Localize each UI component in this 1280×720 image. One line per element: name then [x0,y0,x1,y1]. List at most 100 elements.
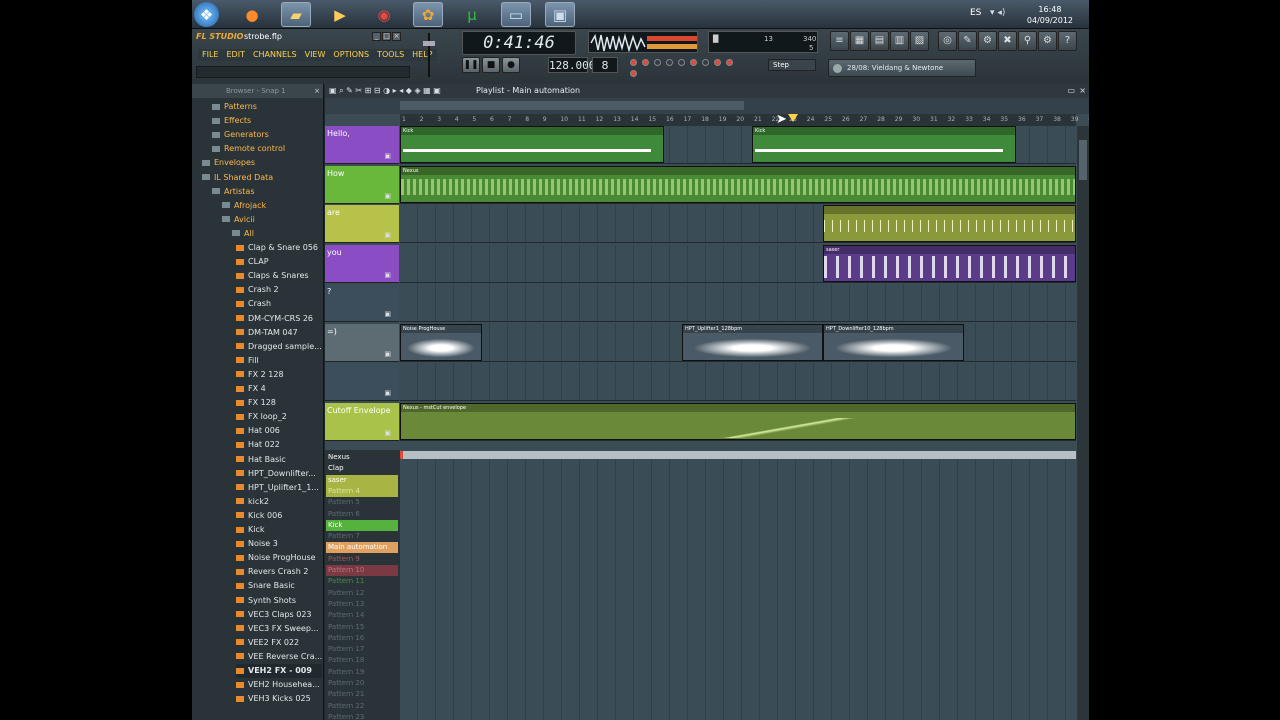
pattern-item[interactable]: Pattern 4 [326,485,398,497]
overdub-led[interactable] [702,59,709,66]
menu-edit[interactable]: Edit [222,49,248,61]
browser-folder[interactable]: Avicii [222,213,322,227]
tempo-tapper-icon[interactable]: ✎ [958,31,977,51]
close-button[interactable]: × [392,32,401,41]
browser-folder[interactable]: Patterns [212,100,322,114]
track-menu-icon[interactable]: ▣ [384,192,391,200]
playlist-clip[interactable]: Nexus - mstCut envelope [400,402,1076,440]
browser-file[interactable]: VEH2 Househea... [236,678,322,692]
pattern-item[interactable]: Pattern 17 [326,644,398,656]
browser-file[interactable]: FX 2 128 [236,368,322,382]
browser-file[interactable]: Claps & Snares [236,269,322,283]
browser-file[interactable]: VEC3 FX Sweep... [236,622,322,636]
search-icon[interactable]: ⚲ [1018,31,1037,51]
track-lane[interactable] [400,363,1076,401]
pattern-item[interactable]: Kick [326,519,398,531]
pattern-item[interactable]: Nexus [326,452,398,463]
close-browser-icon[interactable]: × [314,84,320,98]
timeline-ruler[interactable]: 1 2 3 4 5 6 7 8 9 10 11 12 13 14 15 16 17 18 19 20 21 22 23 24 2… [400,114,1089,126]
volume-icon[interactable]: ▾ ◂) [990,8,1005,18]
pattern-item[interactable]: Pattern 16 [326,632,398,644]
browser-file[interactable]: VEE2 FX 022 [236,636,322,650]
browser-file[interactable]: DM-CYM-CRS 26 [236,312,322,326]
master-volume-slider[interactable] [418,31,440,81]
chrome-icon[interactable]: ◉ [369,2,399,27]
track-header[interactable]: How ▣ [325,165,399,204]
browser-folder[interactable]: IL Shared Data [202,171,322,185]
step-sequencer-icon[interactable]: ▦ [850,31,869,51]
folder-icon[interactable]: ▰ [281,2,311,27]
pattern-item[interactable]: saser [326,474,398,486]
horizontal-scrollbar[interactable] [400,101,744,110]
playlist-clip[interactable]: Noise ProgHouse [400,323,482,361]
track-menu-icon[interactable]: ▣ [384,271,391,279]
save-icon[interactable]: ▣ [545,2,575,27]
countdown-led[interactable] [654,59,661,66]
playlist-icon[interactable]: ≡ [830,31,849,51]
pattern-item[interactable]: Pattern 12 [326,587,398,599]
pattern-grid[interactable] [400,450,1076,720]
playlist-clip[interactable]: HPT_Downlifter10_128bpm [823,323,964,361]
browser-file[interactable]: HPT_Uplifter1_1... [236,481,322,495]
metronome-led[interactable] [630,59,637,66]
browser-file[interactable]: Crash [236,297,322,311]
pattern-ruler[interactable] [400,451,1076,459]
track-header[interactable]: =) ▣ [325,323,399,362]
browser-file[interactable]: FX 128 [236,396,322,410]
browser-icon[interactable]: ▥ [890,31,909,51]
settings-icon[interactable]: ⚙ [1038,31,1057,51]
pattern-item[interactable]: Pattern 5 [326,497,398,509]
pause-button[interactable]: ❚❚ [462,57,480,73]
playlist-clip[interactable]: saser [823,244,1076,282]
media-player-icon[interactable]: ▶ [325,2,355,27]
song-mode-led[interactable] [630,70,637,77]
browser-file[interactable]: VEE Reverse Cra... [236,650,322,664]
browser-file[interactable]: Revers Crash 2 [236,565,322,579]
track-menu-icon[interactable]: ▣ [384,152,391,160]
browser-folder[interactable]: Artistas [212,185,322,199]
menu-file[interactable]: File [198,49,222,61]
playlist-clip[interactable]: Kick [752,126,1016,163]
pattern-item[interactable]: Clap [326,463,398,475]
browser-file[interactable]: DM-TAM 047 [236,326,322,340]
vertical-scrollbar[interactable] [1077,126,1089,720]
browser-file[interactable]: HPT_Downlifter... [236,467,322,481]
menu-options[interactable]: Options [329,49,373,61]
browser-file[interactable]: VEH3 Kicks 025 [236,692,322,706]
browser-file[interactable]: FX 4 [236,382,322,396]
browser-folder[interactable]: Remote control [212,142,322,156]
browser-file[interactable]: Snare Basic [236,579,322,593]
fl-studio-icon[interactable]: ✿ [413,2,443,27]
language-indicator[interactable]: ES [970,8,981,18]
browser-file[interactable]: Hat Basic [236,453,322,467]
browser-file[interactable]: Clap & Snare 056 [236,241,322,255]
pattern-item[interactable]: Pattern 21 [326,689,398,701]
pattern-item[interactable]: Pattern 14 [326,610,398,622]
snap-selector[interactable]: Step [768,59,816,71]
browser-file[interactable]: VEC3 Claps 023 [236,608,322,622]
browser-file[interactable]: Hat 006 [236,424,322,438]
track-menu-icon[interactable]: ▣ [384,350,391,358]
track-header[interactable]: you ▣ [325,244,399,283]
menu-channels[interactable]: Channels [249,49,301,61]
browser-file[interactable]: Kick 006 [236,509,322,523]
wait-led[interactable] [642,59,649,66]
menu-view[interactable]: View [301,49,330,61]
pattern-item[interactable]: Pattern 23 [326,711,398,720]
pattern-item[interactable]: Pattern 19 [326,666,398,678]
playlist-clip[interactable]: Kick [400,126,664,163]
maximize-button[interactable]: □ [382,32,391,41]
track-menu-icon[interactable]: ▣ [384,389,391,397]
system-clock[interactable]: 16:48 04/09/2012 [1027,4,1073,26]
firefox-icon[interactable]: ● [237,2,267,27]
close-playlist-icon[interactable]: × [1079,84,1086,98]
pattern-item[interactable]: Pattern 15 [326,621,398,633]
pattern-number[interactable]: 8 [592,57,618,73]
browser-file[interactable]: Kick [236,523,322,537]
browser-file[interactable]: Synth Shots [236,594,322,608]
pattern-item[interactable]: Pattern 13 [326,598,398,610]
browser-folder[interactable]: Afrojack [222,199,322,213]
browser-file[interactable]: Hat 022 [236,438,322,452]
news-ticker[interactable]: 28/08: Vieldang & Newtone [828,59,976,77]
browser-file[interactable]: CLAP [236,255,322,269]
